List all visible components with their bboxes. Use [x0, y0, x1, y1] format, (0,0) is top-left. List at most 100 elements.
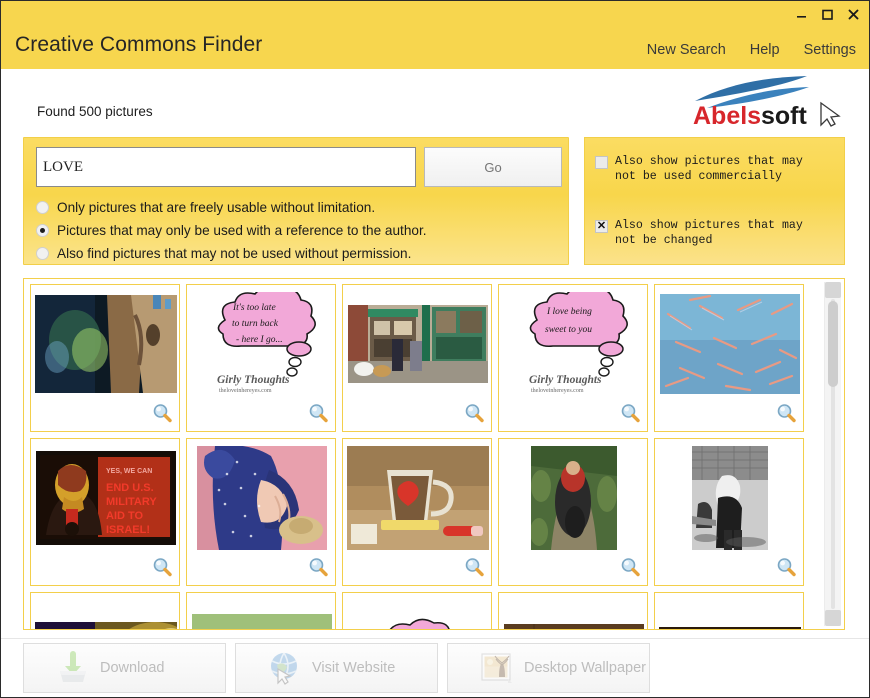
magnifier-icon[interactable]: [464, 403, 484, 423]
radio-icon-selected: [36, 224, 49, 237]
visit-website-label: Visit Website: [312, 660, 396, 676]
thumbnail-image: [35, 622, 177, 629]
svg-text:sweet to you: sweet to you: [545, 325, 592, 335]
svg-text:- here I go...: - here I go...: [236, 335, 283, 345]
magnifier-icon[interactable]: [308, 403, 328, 423]
result-card[interactable]: [654, 438, 804, 586]
thumbnail-wrap: [31, 289, 179, 399]
thumbnail-image: I love being sweet to you Girly Thoughts…: [507, 292, 641, 396]
results-grid: It's too late to turn back - here I go..…: [30, 284, 820, 629]
result-card[interactable]: [498, 438, 648, 586]
result-card[interactable]: [30, 284, 180, 432]
magnifier-icon[interactable]: [152, 557, 172, 577]
result-card[interactable]: The best Love: [342, 592, 492, 629]
checkbox-noncommercial[interactable]: Also show pictures that may not be used …: [595, 154, 830, 184]
results-grid-panel: It's too late to turn back - here I go..…: [23, 278, 845, 630]
magnifier-icon[interactable]: [776, 557, 796, 577]
checkbox-nochange[interactable]: ✕ Also show pictures that may not be cha…: [595, 218, 830, 248]
thumbnail-image: It's too late to turn back - here I go..…: [195, 292, 329, 396]
thumbnail-wrap: [31, 597, 179, 629]
radio-option-free[interactable]: Only pictures that are freely usable wit…: [36, 196, 427, 219]
magnifier-icon[interactable]: [620, 403, 640, 423]
nav-settings[interactable]: Settings: [804, 42, 856, 58]
result-card[interactable]: [498, 592, 648, 629]
thumbnail-wrap: [187, 443, 335, 553]
radio-icon: [36, 247, 49, 260]
result-card[interactable]: YES, WE CAN END U.S. MILITARY AID TO ISR…: [30, 438, 180, 586]
thumbnail-image: [660, 294, 800, 394]
thumbnail-image: [348, 305, 488, 383]
thumbnail-image: [192, 614, 332, 629]
thumbnail-image: [347, 446, 489, 550]
divider: [1, 638, 869, 639]
close-button[interactable]: [846, 7, 861, 22]
svg-text:theloveinhereyes.com: theloveinhereyes.com: [219, 388, 272, 394]
close-icon: [848, 9, 859, 20]
thumbnail-wrap: [187, 597, 335, 629]
scrollbar-thumb[interactable]: [828, 301, 838, 387]
search-row: Go: [36, 147, 562, 187]
svg-text:AID TO: AID TO: [106, 510, 144, 522]
scroll-up-arrow[interactable]: [825, 282, 841, 298]
result-card[interactable]: [186, 438, 336, 586]
go-button[interactable]: Go: [424, 147, 562, 187]
svg-text:I love being: I love being: [546, 307, 592, 317]
results-count: Found 500 pictures: [37, 104, 153, 119]
result-card[interactable]: I love being sweet to you Girly Thoughts…: [498, 284, 648, 432]
result-card[interactable]: [654, 284, 804, 432]
desktop-wallpaper-button[interactable]: Desktop Wallpaper: [447, 643, 650, 693]
search-input[interactable]: [36, 147, 416, 187]
radio-icon: [36, 201, 49, 214]
checkbox-label: Also show pictures that may not be used …: [615, 155, 803, 183]
radio-option-permission[interactable]: Also find pictures that may not be used …: [36, 242, 427, 265]
svg-text:END U.S.: END U.S.: [106, 482, 154, 494]
maximize-icon: [822, 9, 833, 20]
magnifier-icon[interactable]: [464, 557, 484, 577]
visit-website-button[interactable]: Visit Website: [235, 643, 438, 693]
checkbox-icon-checked: ✕: [595, 220, 608, 233]
search-panel: Go Only pictures that are freely usable …: [23, 137, 569, 265]
svg-text:ISRAEL!: ISRAEL!: [106, 524, 150, 536]
minimize-button[interactable]: [794, 7, 809, 22]
thumbnail-wrap: Imagination Journey: [655, 597, 803, 629]
download-button[interactable]: Download: [23, 643, 226, 693]
result-card[interactable]: [342, 438, 492, 586]
abelssoft-logo-icon: Abels soft: [693, 76, 841, 127]
svg-text:Girly Thoughts: Girly Thoughts: [529, 374, 602, 386]
magnifier-icon[interactable]: [620, 557, 640, 577]
svg-text:soft: soft: [761, 102, 808, 127]
thumbnail-wrap: [655, 443, 803, 553]
thumbnail-image: YES, WE CAN END U.S. MILITARY AID TO ISR…: [36, 451, 176, 545]
thumbnail-image: [692, 446, 768, 550]
result-card[interactable]: [342, 284, 492, 432]
result-card[interactable]: Imagination Journey: [654, 592, 804, 629]
application-window: Creative Commons Finder New Search Help …: [0, 0, 870, 698]
desktop-wallpaper-label: Desktop Wallpaper: [524, 660, 646, 676]
svg-text:Abels: Abels: [693, 102, 761, 127]
results-scrollbar[interactable]: [824, 282, 841, 626]
thumbnail-wrap: [343, 443, 491, 553]
radio-label: Also find pictures that may not be used …: [57, 246, 412, 261]
magnifier-icon[interactable]: [776, 403, 796, 423]
nav-help[interactable]: Help: [750, 42, 780, 58]
svg-text:Girly Thoughts: Girly Thoughts: [217, 374, 290, 386]
svg-text:YES, WE CAN: YES, WE CAN: [106, 468, 152, 475]
svg-text:to turn back: to turn back: [232, 319, 279, 329]
thumbnail-image: Imagination Journey: [659, 627, 801, 629]
result-card[interactable]: [30, 592, 180, 629]
thumbnail-wrap: [499, 443, 647, 553]
page-title: Creative Commons Finder: [15, 33, 263, 56]
download-icon: [56, 651, 90, 685]
result-card[interactable]: [186, 592, 336, 629]
magnifier-icon[interactable]: [152, 403, 172, 423]
thumbnail-image: The best Love: [358, 617, 478, 629]
result-card[interactable]: It's too late to turn back - here I go..…: [186, 284, 336, 432]
radio-option-attribution[interactable]: Pictures that may only be used with a re…: [36, 219, 427, 242]
magnifier-icon[interactable]: [308, 557, 328, 577]
thumbnail-wrap: It's too late to turn back - here I go..…: [187, 289, 335, 399]
maximize-button[interactable]: [820, 7, 835, 22]
action-bar: Download Visit Website Desktop Wallpaper: [23, 643, 650, 693]
scroll-down-arrow[interactable]: [825, 610, 841, 626]
nav-new-search[interactable]: New Search: [647, 42, 726, 58]
thumbnail-image: [531, 446, 617, 550]
